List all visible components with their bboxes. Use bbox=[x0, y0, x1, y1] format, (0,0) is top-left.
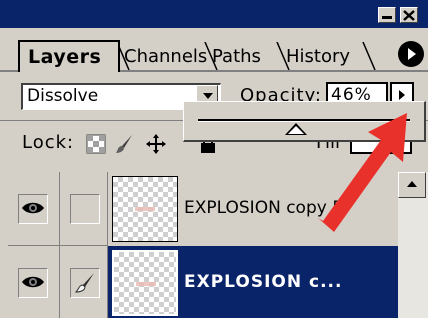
layers-palette: Channels Paths History Layers Dissolve O… bbox=[0, 0, 428, 318]
red-arrow-icon bbox=[318, 113, 407, 232]
annotation-arrow bbox=[318, 113, 407, 232]
